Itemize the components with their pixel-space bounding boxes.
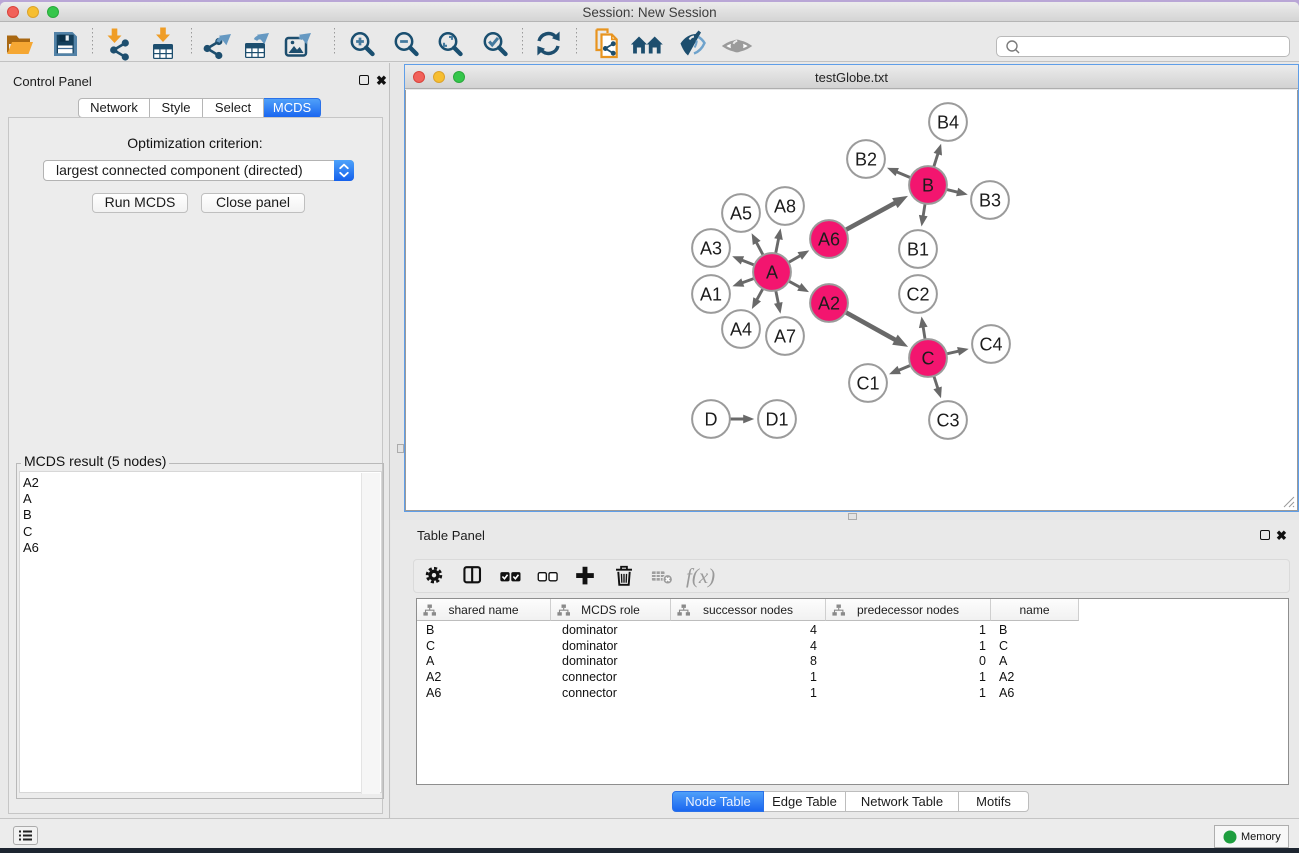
svg-text:A5: A5 (730, 204, 752, 224)
svg-text:C4: C4 (979, 335, 1002, 355)
svg-text:B1: B1 (907, 240, 929, 260)
svg-text:A1: A1 (700, 285, 722, 305)
svg-text:A: A (766, 263, 778, 283)
svg-text:C: C (922, 349, 935, 369)
svg-text:A6: A6 (818, 230, 840, 250)
svg-text:D1: D1 (765, 410, 788, 430)
svg-text:B3: B3 (979, 191, 1001, 211)
svg-text:B: B (922, 176, 934, 196)
svg-text:A2: A2 (818, 294, 840, 314)
svg-text:C1: C1 (856, 374, 879, 394)
svg-text:A7: A7 (774, 327, 796, 347)
svg-text:A4: A4 (730, 320, 752, 340)
svg-text:f(x): f(x) (686, 564, 715, 588)
svg-text:D: D (705, 410, 718, 430)
svg-text:C2: C2 (906, 285, 929, 305)
svg-text:A8: A8 (774, 197, 796, 217)
svg-text:A3: A3 (700, 239, 722, 259)
svg-text:B2: B2 (855, 150, 877, 170)
svg-text:B4: B4 (937, 113, 959, 133)
svg-text:C3: C3 (936, 411, 959, 431)
